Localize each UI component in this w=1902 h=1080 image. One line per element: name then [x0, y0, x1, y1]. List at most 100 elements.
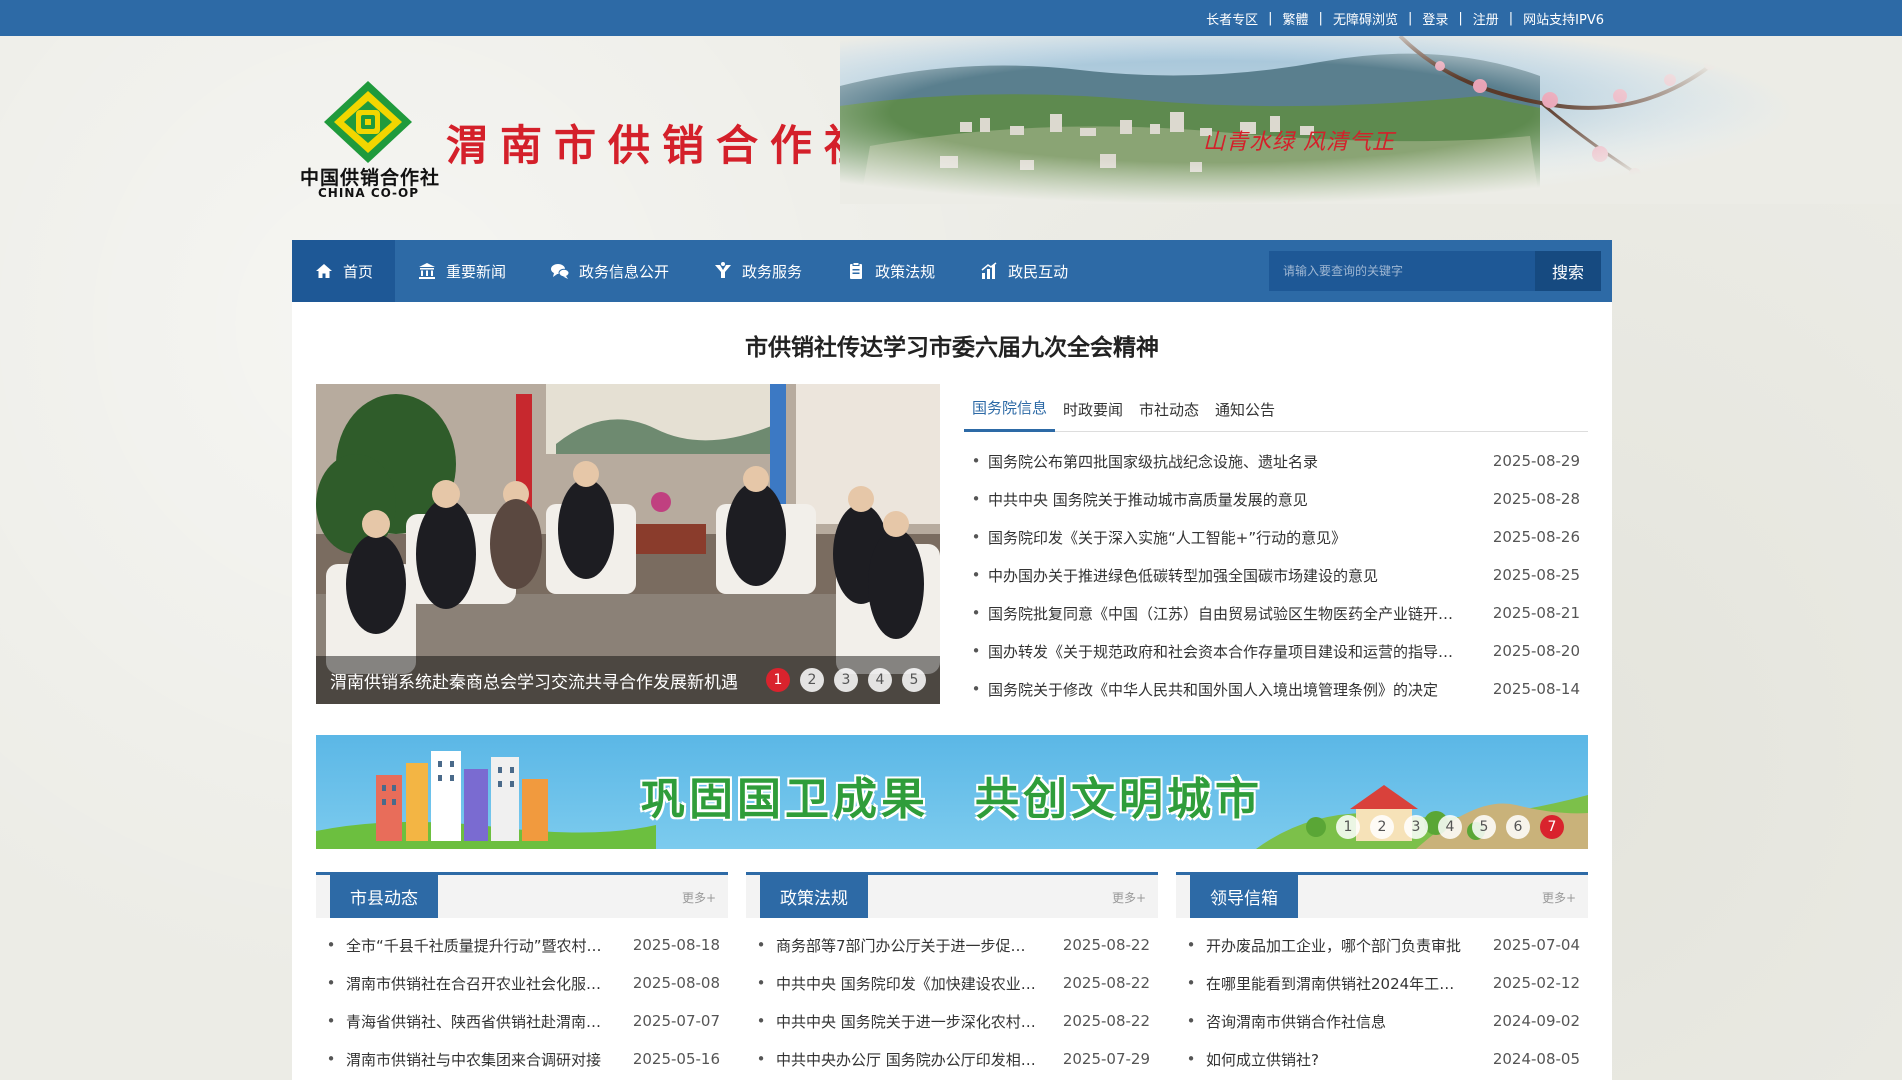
list-item[interactable]: • 渭南市供销社在合召开农业社会化服务工作会议 2025-08-08 — [316, 964, 728, 1002]
top-link-accessible[interactable]: 无障碍浏览 — [1333, 9, 1398, 28]
list-item-date: 2025-07-04 — [1492, 936, 1580, 954]
list-item[interactable]: • 中共中央办公厅 国务院办公厅印发相关意见 2025-07-29 — [746, 1040, 1158, 1078]
list-item-title: 青海省供销社、陕西省供销社赴渭南调研 — [346, 1012, 617, 1031]
nav-item-gov-info[interactable]: 政务信息公开 — [528, 240, 691, 302]
list-item[interactable]: •全市“千县千社质量提升行动”暨农村综合改革推进会2025-08-18 — [316, 926, 728, 964]
column-title[interactable]: 领导信箱 — [1190, 875, 1298, 918]
list-item-title: 国务院批复同意《中国（江苏）自由贸易试验区生物医药全产业链开放创新发展方案》 — [988, 604, 1484, 623]
list-item[interactable]: •国务院批复同意《中国（江苏）自由贸易试验区生物医药全产业链开放创新发展方案》2… — [964, 594, 1588, 632]
list-item-date: 2025-08-28 — [1492, 490, 1580, 508]
list-item-title: 国办转发《关于规范政府和社会资本合作存量项目建设和运营的指导意见》 — [988, 642, 1484, 661]
column-title[interactable]: 政策法规 — [760, 875, 868, 918]
top-link-login[interactable]: 登录 — [1422, 9, 1448, 28]
promo-dot[interactable]: 6 — [1506, 815, 1530, 839]
tab-city-news[interactable]: 市社动态 — [1131, 386, 1207, 432]
list-item-title: 中共中央 国务院关于推动城市高质量发展的意见 — [988, 490, 1308, 509]
list-item-date: 2025-08-26 — [1492, 528, 1580, 546]
column-policy: 政策法规 更多+ •商务部等7部门办公厅关于进一步促进消费的通知2025-08-… — [746, 872, 1158, 1078]
nav-item-policy[interactable]: 政策法规 — [824, 240, 957, 302]
list-item-date: 2025-08-21 — [1492, 604, 1580, 622]
list-item[interactable]: • 开办废品加工企业，哪个部门负责审批 2025-07-04 — [1176, 926, 1588, 964]
list-item[interactable]: • 渭南市供销社与中农集团来合调研对接 2025-05-16 — [316, 1040, 728, 1078]
list-item-title: 全市“千县千社质量提升行动”暨农村综合改革推进会 — [346, 936, 632, 955]
promo-banner[interactable]: 巩固国卫成果 共创文明城市 1 2 3 4 5 6 7 — [316, 735, 1588, 849]
news-carousel[interactable]: 渭南供销系统赴秦商总会学习交流共寻合作发展新机遇 1 2 3 4 5 — [316, 384, 940, 704]
promo-banner-title-b: 共创文明城市 — [975, 774, 1263, 825]
carousel-dot[interactable]: 4 — [868, 668, 892, 692]
list-item[interactable]: •中共中央 国务院印发《加快建设农业强国规划》2025-08-22 — [746, 964, 1158, 1002]
list-item-title: 开办废品加工企业，哪个部门负责审批 — [1206, 936, 1462, 955]
header-landscape-image — [840, 36, 1902, 204]
nav-item-interaction[interactable]: 政民互动 — [957, 240, 1090, 302]
tab-current-affairs[interactable]: 时政要闻 — [1055, 386, 1131, 432]
list-item[interactable]: • 国务院关于修改《中华人民共和国外国人入境出境管理条例》的决定 2025-08-1… — [964, 670, 1588, 708]
main-nav: 首页 重要新闻 政务信息公开 政务服务 政策法规 政民互动 请输入要查询的关键字… — [292, 240, 1612, 302]
promo-dot[interactable]: 4 — [1438, 815, 1462, 839]
nav-item-news[interactable]: 重要新闻 — [395, 240, 528, 302]
nav-item-label: 政务服务 — [742, 262, 803, 281]
top-link-register[interactable]: 注册 — [1473, 9, 1499, 28]
top-links: 长者专区 | 繁體 | 无障碍浏览 | 登录 | 注册 | 网站支持IPV6 — [1206, 9, 1604, 28]
nav-item-label: 政策法规 — [875, 262, 936, 281]
list-item[interactable]: • 国务院公布第四批国家级抗战纪念设施、遗址名录 2025-08-29 — [964, 442, 1588, 480]
column-list: •商务部等7部门办公厅关于进一步促进消费的通知2025-08-22 •中共中央 … — [746, 926, 1158, 1078]
list-item[interactable]: • 国务院印发《关于深入实施“人工智能+”行动的意见》 2025-08-26 — [964, 518, 1588, 556]
list-item[interactable]: • 青海省供销社、陕西省供销社赴渭南调研 2025-07-07 — [316, 1002, 728, 1040]
list-item-title: 国务院印发《关于深入实施“人工智能+”行动的意见》 — [988, 528, 1347, 547]
promo-banner-pagination: 1 2 3 4 5 6 7 — [1336, 815, 1564, 839]
list-item[interactable]: • 在哪里能看到渭南供销社2024年工作总结 2025-02-12 — [1176, 964, 1588, 1002]
list-item[interactable]: •商务部等7部门办公厅关于进一步促进消费的通知2025-08-22 — [746, 926, 1158, 964]
top-link-ipv6[interactable]: 网站支持IPV6 — [1523, 9, 1604, 28]
tab-notices[interactable]: 通知公告 — [1207, 386, 1283, 432]
headline-link[interactable]: 市供销社传达学习市委六届九次全会精神 — [292, 328, 1612, 362]
promo-dot[interactable]: 1 — [1336, 815, 1360, 839]
list-item[interactable]: • 如何成立供销社? 2024-08-05 — [1176, 1040, 1588, 1078]
column-leader-mailbox: 领导信箱 更多+ • 开办废品加工企业，哪个部门负责审批 2025-07-04 • 在… — [1176, 872, 1588, 1078]
more-link[interactable]: 更多+ — [682, 889, 716, 906]
nav-item-label: 首页 — [343, 262, 374, 281]
bar-chart-icon — [979, 261, 999, 281]
list-item[interactable]: • 中共中央 国务院关于推动城市高质量发展的意见 2025-08-28 — [964, 480, 1588, 518]
list-item-title: 中办国办关于推进绿色低碳转型加强全国碳市场建设的意见 — [988, 566, 1379, 585]
logo-en-text: CHINA CO-OP — [318, 186, 420, 200]
site-title[interactable]: 渭南市供销合作社 — [446, 112, 878, 173]
chat-icon — [550, 261, 570, 281]
carousel-dot[interactable]: 2 — [800, 668, 824, 692]
more-link[interactable]: 更多+ — [1112, 889, 1146, 906]
column-header: 领导信箱 更多+ — [1176, 872, 1588, 918]
promo-dot[interactable]: 3 — [1404, 815, 1428, 839]
tab-news-list: • 国务院公布第四批国家级抗战纪念设施、遗址名录 2025-08-29 • 中共中央 … — [964, 442, 1588, 708]
carousel-dot[interactable]: 5 — [902, 668, 926, 692]
list-item-title: 中共中央 国务院关于进一步深化农村改革的意见 — [776, 1012, 1062, 1031]
list-item-date: 2025-07-07 — [632, 1012, 720, 1030]
list-item-date: 2025-08-20 — [1492, 642, 1580, 660]
column-header: 市县动态 更多+ — [316, 872, 728, 918]
list-item-date: 2025-08-29 — [1492, 452, 1580, 470]
search-input[interactable] — [1269, 251, 1535, 291]
china-coop-logo-icon[interactable] — [322, 79, 414, 164]
list-item[interactable]: •中共中央 国务院关于进一步深化农村改革的意见2025-08-22 — [746, 1002, 1158, 1040]
nav-item-home[interactable]: 首页 — [292, 240, 396, 302]
list-item-date: 2025-05-16 — [632, 1050, 720, 1068]
tab-state-council[interactable]: 国务院信息 — [964, 386, 1056, 432]
column-title[interactable]: 市县动态 — [330, 875, 438, 918]
promo-dot[interactable]: 2 — [1370, 815, 1394, 839]
top-link-traditional[interactable]: 繁體 — [1283, 9, 1309, 28]
news-tabs: 国务院信息 时政要闻 市社动态 通知公告 — [964, 386, 1588, 432]
list-item-title: 国务院公布第四批国家级抗战纪念设施、遗址名录 — [988, 452, 1319, 471]
list-item[interactable]: • 国办转发《关于规范政府和社会资本合作存量项目建设和运营的指导意见》 2025-0… — [964, 632, 1588, 670]
list-item[interactable]: • 咨询渭南市供销合作社信息 2024-09-02 — [1176, 1002, 1588, 1040]
search-button[interactable]: 搜索 — [1535, 251, 1601, 291]
list-item-date: 2025-08-25 — [1492, 566, 1580, 584]
nav-item-gov-service[interactable]: 政务服务 — [691, 240, 824, 302]
list-item-title: 商务部等7部门办公厅关于进一步促进消费的通知 — [776, 936, 1062, 955]
promo-dot[interactable]: 7 — [1540, 815, 1564, 839]
carousel-dot[interactable]: 1 — [766, 668, 790, 692]
list-item[interactable]: • 中办国办关于推进绿色低碳转型加强全国碳市场建设的意见 2025-08-25 — [964, 556, 1588, 594]
top-link-elderly[interactable]: 长者专区 — [1206, 9, 1258, 28]
promo-dot[interactable]: 5 — [1472, 815, 1496, 839]
header-slogan: 山青水绿 风清气正 — [1203, 130, 1395, 155]
main-panel: 首页 重要新闻 政务信息公开 政务服务 政策法规 政民互动 请输入要查询的关键字… — [292, 240, 1612, 1080]
more-link[interactable]: 更多+ — [1542, 889, 1576, 906]
carousel-dot[interactable]: 3 — [834, 668, 858, 692]
